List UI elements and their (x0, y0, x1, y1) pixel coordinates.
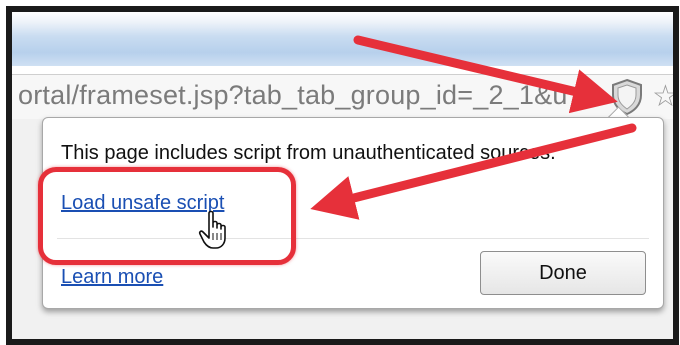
address-bar[interactable]: ortal/frameset.jsp?tab_tab_group_id=_2_1… (12, 74, 673, 120)
bubble-message: This page includes script from unauthent… (61, 142, 556, 164)
url-text[interactable]: ortal/frameset.jsp?tab_tab_group_id=_2_1… (18, 80, 568, 111)
done-button[interactable]: Done (480, 251, 646, 295)
hand-pointer-icon (198, 210, 232, 250)
highlight-box (38, 167, 296, 265)
learn-more-link[interactable]: Learn more (61, 266, 163, 289)
title-bar (12, 12, 673, 66)
star-icon[interactable]: ☆ (652, 79, 673, 114)
